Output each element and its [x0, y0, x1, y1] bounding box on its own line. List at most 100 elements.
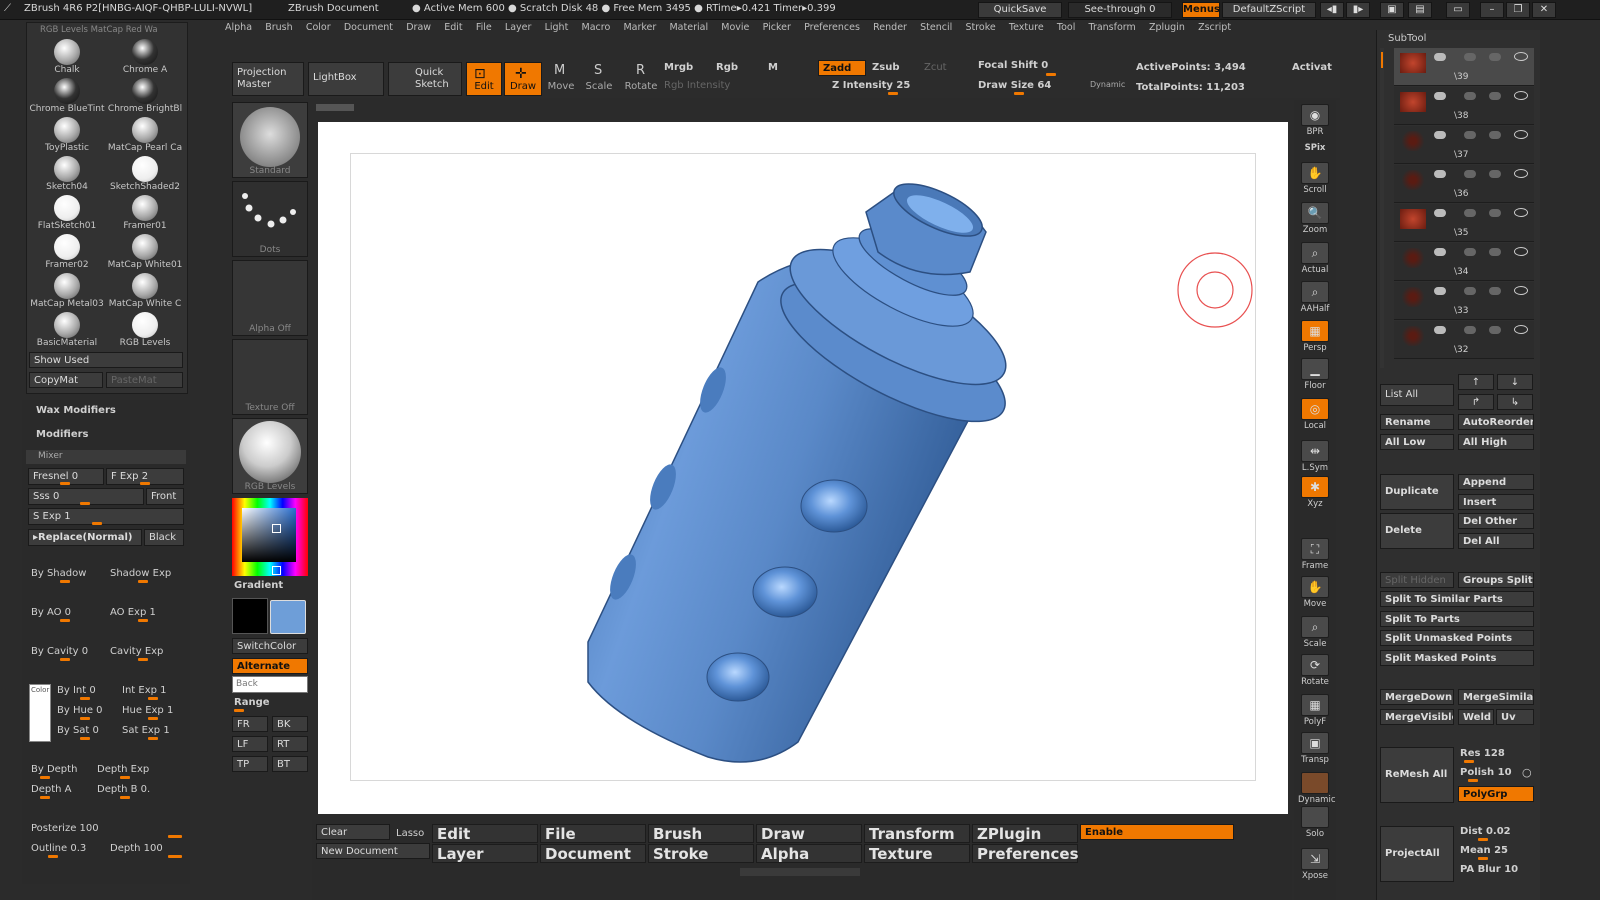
document-canvas[interactable] — [318, 122, 1288, 814]
tray-document-menu[interactable]: Document — [540, 844, 646, 863]
tp-button[interactable]: TP — [232, 756, 268, 772]
material-item[interactable]: Framer01 — [106, 193, 184, 231]
prev-layout-icon[interactable]: ◂▮ — [1320, 2, 1344, 18]
lock-icon[interactable]: ▭ — [1446, 2, 1470, 18]
shelf-solo-button[interactable]: Solo — [1298, 806, 1332, 842]
subtool-toggle-icon[interactable] — [1434, 326, 1446, 334]
move-down-icon[interactable]: ↓ — [1497, 374, 1533, 390]
res-slider[interactable]: Res 128 — [1460, 748, 1505, 759]
bottle-model[interactable] — [318, 122, 1288, 814]
menu-material[interactable]: Material — [669, 22, 708, 33]
posterize-slider[interactable]: Posterize 100 — [31, 823, 99, 834]
mixer-header[interactable]: Mixer — [38, 451, 63, 461]
default-zscript-button[interactable]: DefaultZScript — [1222, 2, 1316, 18]
subtool-header[interactable]: SubTool — [1388, 33, 1426, 44]
arrow-icon[interactable]: ↱ — [1458, 394, 1494, 410]
tray-brush-menu[interactable]: Brush — [648, 824, 754, 843]
subtool-item[interactable]: \34 — [1394, 243, 1534, 281]
focal-shift-slider[interactable]: Focal Shift 0 — [978, 60, 1048, 71]
shadow-exp-slider[interactable]: Shadow Exp — [110, 568, 171, 579]
subtool-toggle-icon[interactable] — [1489, 326, 1501, 334]
quick-sketch-button[interactable]: Quick Sketch — [388, 62, 462, 96]
delete-button[interactable]: Delete — [1380, 513, 1454, 549]
subtool-toggle-icon[interactable] — [1464, 287, 1476, 295]
mrgb-button[interactable]: Mrgb — [664, 62, 693, 73]
polish-toggle-icon[interactable]: ○ — [1522, 766, 1532, 779]
material-rgb-levels-tile[interactable]: RGB Levels — [232, 418, 308, 494]
shelf-move-button[interactable]: ✋ Move — [1298, 576, 1332, 612]
split-unmasked-button[interactable]: Split Unmasked Points — [1380, 630, 1534, 646]
material-item[interactable]: SketchShaded2 — [106, 154, 184, 192]
lf-button[interactable]: LF — [232, 736, 268, 752]
tray-transform-menu[interactable]: Transform — [864, 824, 970, 843]
menu-preferences[interactable]: Preferences — [804, 22, 860, 33]
secondary-color-swatch[interactable] — [232, 598, 268, 634]
mean-slider[interactable]: Mean 25 — [1460, 845, 1508, 856]
subtool-toggle-icon[interactable] — [1464, 209, 1476, 217]
subtool-scrollbar[interactable] — [1380, 48, 1384, 368]
menu-macro[interactable]: Macro — [582, 22, 611, 33]
eye-icon[interactable] — [1514, 208, 1528, 217]
cavity-exp-slider[interactable]: Cavity Exp — [110, 646, 163, 657]
depth-a-slider[interactable]: Depth A — [31, 784, 71, 795]
ao-exp-slider[interactable]: AO Exp 1 — [110, 607, 156, 618]
clear-button[interactable]: Clear — [316, 824, 390, 840]
rename-button[interactable]: Rename — [1380, 414, 1454, 430]
rgb-intensity-slider[interactable]: Rgb Intensity — [664, 80, 730, 91]
insert-button[interactable]: Insert — [1458, 494, 1534, 510]
by-int-slider[interactable]: By Int 0 — [57, 685, 96, 696]
subtool-toggle-icon[interactable] — [1464, 92, 1476, 100]
subtool-toggle-icon[interactable] — [1464, 53, 1476, 61]
eye-icon[interactable] — [1514, 52, 1528, 61]
all-high-button[interactable]: All High — [1458, 434, 1534, 450]
zadd-button[interactable]: Zadd — [818, 60, 866, 76]
menu-movie[interactable]: Movie — [721, 22, 749, 33]
polish-slider[interactable]: Polish 10 — [1460, 767, 1512, 778]
menu-file[interactable]: File — [476, 22, 492, 33]
menu-edit[interactable]: Edit — [444, 22, 462, 33]
weld-button[interactable]: Weld — [1458, 709, 1494, 725]
texture-off-tile[interactable]: Texture Off — [232, 339, 308, 415]
material-item[interactable]: MatCap White C — [106, 271, 184, 309]
outline-slider[interactable]: Outline 0.3 — [31, 843, 86, 854]
tray-file-menu[interactable]: File — [540, 824, 646, 843]
tray-resize-handle[interactable] — [740, 868, 860, 876]
rgb-button[interactable]: Rgb — [716, 62, 738, 73]
by-shadow-slider[interactable]: By Shadow — [31, 568, 86, 579]
zsub-button[interactable]: Zsub — [872, 62, 899, 73]
maximize-icon[interactable]: ❐ — [1506, 2, 1530, 18]
material-item[interactable]: RGB Levels — [106, 310, 184, 348]
shelf-scroll-button[interactable]: ✋ Scroll — [1298, 162, 1332, 198]
polygrp-button[interactable]: PolyGrp — [1458, 786, 1534, 802]
z-intensity-slider[interactable]: Z Intensity 25 — [832, 80, 910, 91]
replace-normal-button[interactable]: ▸Replace(Normal) — [28, 529, 142, 546]
depth-b-slider[interactable]: Depth B 0. — [97, 784, 150, 795]
shelf-xpose-button[interactable]: ⇲ Xpose — [1298, 848, 1332, 884]
split-similar-parts-button[interactable]: Split To Similar Parts — [1380, 591, 1534, 607]
close-icon[interactable]: ✕ — [1532, 2, 1556, 18]
append-button[interactable]: Append — [1458, 474, 1534, 490]
pastemat-button[interactable]: PasteMat — [106, 372, 183, 388]
merge-visible-button[interactable]: MergeVisible — [1380, 709, 1454, 725]
tray-alpha-menu[interactable]: Alpha — [756, 844, 862, 863]
menu-stroke[interactable]: Stroke — [965, 22, 995, 33]
modifiers-header[interactable]: Modifiers — [36, 429, 89, 440]
back-field[interactable]: Back — [232, 676, 308, 693]
subtool-toggle-icon[interactable] — [1434, 53, 1446, 61]
subtool-item[interactable]: \39 — [1394, 48, 1534, 86]
subtool-toggle-icon[interactable] — [1464, 248, 1476, 256]
menu-marker[interactable]: Marker — [623, 22, 656, 33]
subtool-toggle-icon[interactable] — [1464, 170, 1476, 178]
tray-edit-menu[interactable]: Edit — [432, 824, 538, 843]
int-exp-slider[interactable]: Int Exp 1 — [122, 685, 167, 696]
material-item[interactable]: Chrome A — [106, 37, 184, 75]
shelf-frame-button[interactable]: ⛶ Frame — [1298, 538, 1332, 574]
m-button[interactable]: M — [768, 62, 778, 73]
menu-alpha[interactable]: Alpha — [225, 22, 252, 33]
dynamic-button[interactable]: Dynamic — [1090, 80, 1125, 89]
material-item[interactable]: Sketch04 — [28, 154, 106, 192]
menu-stencil[interactable]: Stencil — [920, 22, 952, 33]
shelf-persp-button[interactable]: ▦ Persp — [1298, 320, 1332, 356]
subtool-toggle-icon[interactable] — [1489, 53, 1501, 61]
layout2-icon[interactable]: ▤ — [1408, 2, 1432, 18]
